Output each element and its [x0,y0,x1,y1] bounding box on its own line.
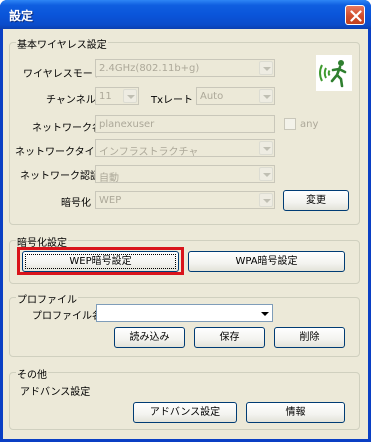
close-icon [350,10,362,22]
advanced-label: アドバンス設定 [20,387,91,398]
network-type-select[interactable]: インフラストラクチャ [95,139,275,158]
close-button[interactable] [345,5,365,25]
profile-name-label: プロファイル名 [32,311,102,322]
other-legend: その他 [16,366,48,381]
wpa-settings-button[interactable]: WPA暗号設定 [188,251,345,272]
network-auth-label: ネットワーク認証 [20,171,100,182]
wireless-mode-label: ワイヤレスモード [23,69,103,80]
basic-wireless-legend: 基本ワイヤレス設定 [16,36,108,51]
save-button[interactable]: 保存 [194,327,265,348]
encryption-select[interactable]: WEP [95,191,275,209]
chevron-down-icon [259,167,273,181]
info-button[interactable]: 情報 [246,402,345,423]
settings-window: 設定 基本ワイヤレス設定 ワイヤレスモード 2.4GHz(802.11b+g) [0,0,371,442]
profile-name-select[interactable] [96,304,273,322]
window-title: 設定 [9,9,34,23]
profile-legend: プロファイル [16,291,78,306]
chevron-down-icon [259,61,273,75]
txrate-select[interactable]: Auto [196,87,275,105]
chevron-down-icon [259,141,273,155]
network-name-label: ネットワーク名 [32,123,102,134]
advanced-settings-button[interactable]: アドバンス設定 [133,402,237,423]
channel-label: チャンネル [46,95,96,106]
network-name-field[interactable]: planexuser [95,115,275,133]
chevron-down-icon [257,306,271,320]
dialog-body: 基本ワイヤレス設定 ワイヤレスモード 2.4GHz(802.11b+g) チャン… [3,29,368,439]
title-bar[interactable]: 設定 [0,0,371,29]
focus-ring [25,254,176,269]
chevron-down-icon [259,89,273,103]
txrate-label: Txレート [151,95,194,106]
any-checkbox[interactable] [284,118,296,130]
chevron-down-icon [123,89,137,103]
any-label: any [300,119,319,130]
network-auth-select[interactable]: 自動 [95,165,275,184]
delete-button[interactable]: 削除 [274,327,345,348]
load-button[interactable]: 読み込み [114,327,185,348]
change-button[interactable]: 変更 [283,190,349,211]
wireless-runner-icon [316,55,352,91]
network-type-label: ネットワークタイプ [15,147,105,158]
wireless-mode-select[interactable]: 2.4GHz(802.11b+g) [95,59,275,77]
channel-select[interactable]: 11 [95,87,139,105]
chevron-down-icon [259,193,273,207]
encryption-label: 暗号化 [61,198,91,209]
